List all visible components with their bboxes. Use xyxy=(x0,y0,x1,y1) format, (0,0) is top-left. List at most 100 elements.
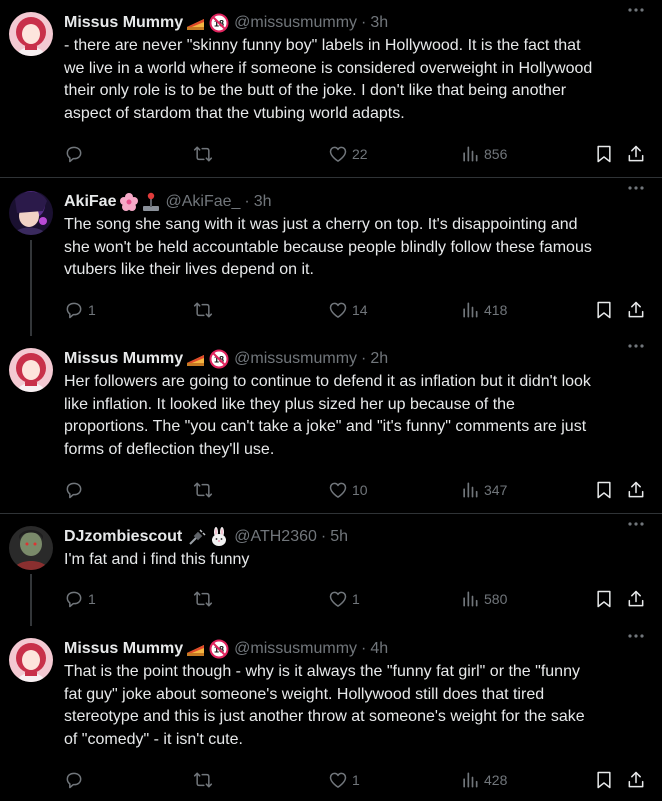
reply-button[interactable] xyxy=(64,143,88,165)
like-button[interactable]: 10 xyxy=(328,479,368,501)
tweet-header: DJzombiescout @ATH2360 · 5h xyxy=(64,526,648,548)
separator-dot: · xyxy=(361,640,367,657)
reply-icon xyxy=(66,302,82,318)
views-button[interactable]: 347 xyxy=(460,479,507,501)
more-options-icon[interactable] xyxy=(626,336,646,356)
share-icon xyxy=(628,301,644,317)
tweet[interactable]: Missus Mummy 18 @missusmummy · 2h Her fo… xyxy=(0,336,662,514)
text-line: she won't be held accountable because pe… xyxy=(64,238,592,256)
retweet-button[interactable] xyxy=(192,299,218,321)
views-count: 428 xyxy=(484,772,508,788)
reply-button[interactable]: 1 xyxy=(64,588,96,610)
retweet-button[interactable] xyxy=(192,588,218,610)
tweet-text: Her followers are going to continue to d… xyxy=(64,371,648,461)
username[interactable]: @missusmummy xyxy=(234,640,357,658)
username[interactable]: @ATH2360 xyxy=(234,528,317,546)
text-line: vtubers like their lives depend on it. xyxy=(64,261,314,278)
views-button[interactable]: 428 xyxy=(460,769,507,791)
retweet-button[interactable] xyxy=(192,143,218,165)
display-name[interactable]: Missus Mummy xyxy=(64,350,183,368)
timestamp[interactable]: 3h xyxy=(370,14,388,32)
username[interactable]: @missusmummy xyxy=(234,350,357,368)
like-count: 14 xyxy=(352,301,368,318)
timestamp[interactable]: 3h xyxy=(254,193,272,211)
share-button[interactable] xyxy=(626,299,646,321)
username[interactable]: @missusmummy xyxy=(234,14,357,32)
bookmark-button[interactable] xyxy=(594,769,614,791)
share-button[interactable] xyxy=(626,769,646,791)
thread-line xyxy=(30,574,32,626)
pie-icon xyxy=(186,14,206,32)
display-name[interactable]: Missus Mummy xyxy=(64,640,183,658)
tweet-text: - there are never "skinny funny boy" lab… xyxy=(64,35,648,125)
action-bar: 1 428 xyxy=(64,769,648,791)
thread-line xyxy=(30,240,32,336)
reply-icon xyxy=(66,591,82,607)
pie-icon xyxy=(186,350,206,368)
share-button[interactable] xyxy=(626,479,646,501)
avatar-djzombiescout[interactable] xyxy=(9,526,53,570)
more-options-icon[interactable] xyxy=(626,178,646,198)
bookmark-button[interactable] xyxy=(594,299,614,321)
like-button[interactable]: 22 xyxy=(328,143,368,165)
views-icon xyxy=(463,146,478,162)
bookmark-icon xyxy=(597,771,611,789)
bookmark-button[interactable] xyxy=(594,588,614,610)
tweet-header: AkiFae @AkiFae_ · 3h xyxy=(64,191,648,213)
views-icon xyxy=(463,772,478,788)
bookmark-button[interactable] xyxy=(594,143,614,165)
18-plus-icon: 18 xyxy=(209,349,229,369)
retweet-button[interactable] xyxy=(192,479,218,501)
18-plus-icon: 18 xyxy=(209,13,229,33)
like-button[interactable]: 14 xyxy=(328,299,368,321)
text-line: aspect of stardom that the vtubing world… xyxy=(64,104,405,122)
timestamp[interactable]: 4h xyxy=(370,640,388,658)
views-button[interactable]: 418 xyxy=(460,299,507,321)
pie-icon xyxy=(186,640,206,658)
text-line: forms of deflection they'll use. xyxy=(64,440,275,458)
joystick-icon xyxy=(142,192,160,212)
views-button[interactable]: 856 xyxy=(460,143,507,165)
reply-button[interactable]: 1 xyxy=(64,299,96,321)
display-name[interactable]: DJzombiescout xyxy=(64,528,182,546)
username[interactable]: @AkiFae_ xyxy=(165,193,240,211)
tweet[interactable]: Missus Mummy 18 @missusmummy · 3h - ther… xyxy=(0,0,662,178)
action-bar: 1 1 580 xyxy=(64,588,648,610)
display-name[interactable]: Missus Mummy xyxy=(64,14,183,32)
heart-icon xyxy=(329,302,347,318)
tweet[interactable]: Missus Mummy 18 @missusmummy · 4h That i… xyxy=(0,626,662,801)
18-plus-icon: 18 xyxy=(209,639,229,659)
display-name[interactable]: AkiFae xyxy=(64,193,116,211)
reply-icon xyxy=(66,146,82,163)
timestamp[interactable]: 5h xyxy=(330,528,348,546)
avatar-akifae[interactable] xyxy=(9,191,53,235)
like-button[interactable]: 1 xyxy=(328,769,360,791)
bookmark-button[interactable] xyxy=(594,479,614,501)
more-options-icon[interactable] xyxy=(626,626,646,646)
separator-dot: · xyxy=(320,528,327,545)
cherry-blossom-icon xyxy=(119,192,139,212)
avatar-missusmummy[interactable] xyxy=(9,12,53,56)
retweet-button[interactable] xyxy=(192,769,218,791)
reply-button[interactable] xyxy=(64,479,88,501)
share-button[interactable] xyxy=(626,588,646,610)
more-options-icon[interactable] xyxy=(626,0,646,20)
timestamp[interactable]: 2h xyxy=(370,350,388,368)
like-button[interactable]: 1 xyxy=(328,588,360,610)
retweet-icon xyxy=(193,146,213,162)
share-icon xyxy=(628,771,644,788)
avatar-missusmummy[interactable] xyxy=(9,348,53,392)
tweet-header: Missus Mummy 18 @missusmummy · 4h xyxy=(64,638,648,660)
tweet-header: Missus Mummy 18 @missusmummy · 3h xyxy=(64,12,648,34)
tweet[interactable]: AkiFae @AkiFae_ · 3h The song she sang w… xyxy=(0,178,662,336)
reply-button[interactable] xyxy=(64,769,88,791)
text-line: I'm fat and i find this funny xyxy=(64,551,250,568)
like-count: 10 xyxy=(352,482,368,498)
views-button[interactable]: 580 xyxy=(460,588,507,610)
heart-icon xyxy=(329,772,347,788)
share-button[interactable] xyxy=(626,143,646,165)
tweet[interactable]: DJzombiescout @ATH2360 · 5h I'm fat and … xyxy=(0,514,662,626)
bookmark-icon xyxy=(597,481,611,499)
more-options-icon[interactable] xyxy=(626,514,646,534)
avatar-missusmummy[interactable] xyxy=(9,638,53,682)
